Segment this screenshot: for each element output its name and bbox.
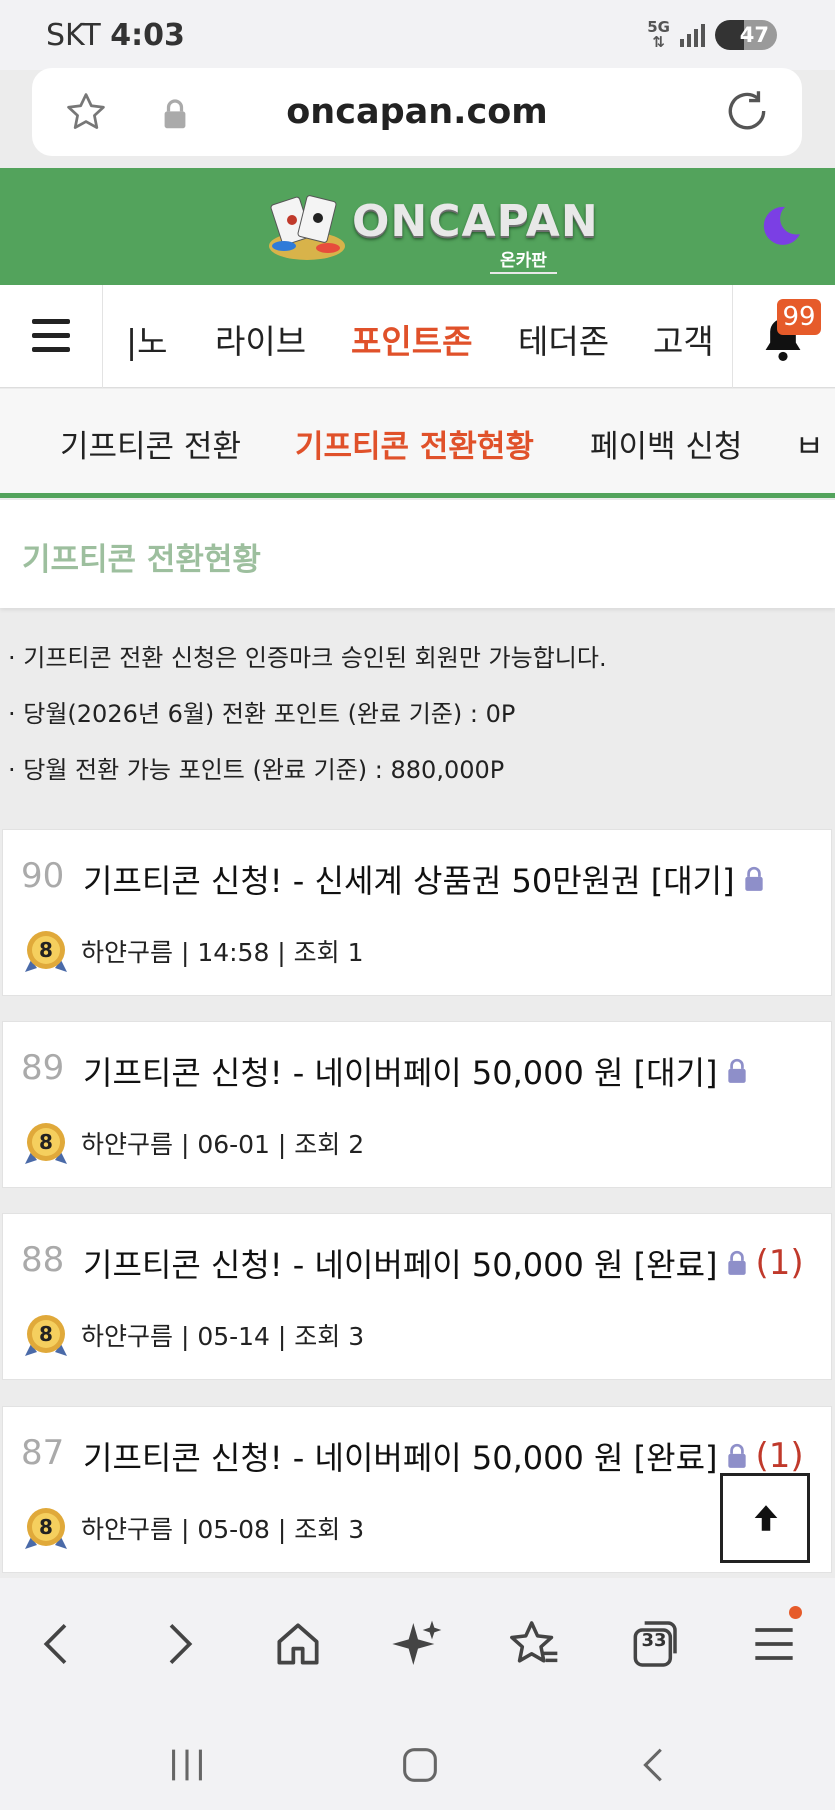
notice-certification: · 기프티콘 전환 신청은 인증마크 승인된 회원만 가능합니다. xyxy=(8,644,607,672)
cards-chips-icon xyxy=(269,195,345,260)
scroll-to-top-button[interactable] xyxy=(720,1473,810,1563)
post-row[interactable]: 90 기프티콘 신청! - 신세계 상품권 50만원권 [대기] 8 하얀구름 … xyxy=(2,829,832,996)
main-nav: |노 라이브 포인트존 테더존 고객 99 xyxy=(0,285,835,388)
post-row[interactable]: 87 기프티콘 신청! - 네이버페이 50,000 원 [완료] (1) 8 … xyxy=(2,1406,832,1573)
url-text[interactable]: oncapan.com xyxy=(32,92,802,132)
post-title[interactable]: 기프티콘 신청! - 네이버페이 50,000 원 [완료] xyxy=(83,1240,718,1286)
nav-item-tether-zone[interactable]: 테더존 xyxy=(518,315,609,363)
system-back-icon[interactable] xyxy=(630,1742,680,1788)
network-5g-icon: 5G ⇅ xyxy=(647,18,670,51)
sub-tab-gifticon-status[interactable]: 기프티콘 전환현황 xyxy=(295,421,534,466)
level-badge-icon: 8 xyxy=(21,1118,71,1168)
dark-mode-moon-icon[interactable] xyxy=(757,202,805,250)
nav-item-customer[interactable]: 고객 xyxy=(653,315,714,363)
page-title-box: 기프티콘 전환현황 xyxy=(0,500,835,608)
system-nav-bar xyxy=(0,1710,835,1810)
carrier-label: SKT xyxy=(46,18,101,53)
nav-item-point-zone[interactable]: 포인트존 xyxy=(351,315,472,363)
battery-icon: 47 xyxy=(715,20,777,50)
home-icon[interactable] xyxy=(270,1616,326,1672)
notification-badge: 99 xyxy=(777,299,821,335)
notification-dot xyxy=(789,1606,802,1619)
forward-icon[interactable] xyxy=(150,1616,206,1672)
lock-icon xyxy=(727,1250,746,1275)
post-meta: 하얀구름 | 05-14 | 조회 3 xyxy=(81,1322,365,1351)
post-meta: 하얀구름 | 05-08 | 조회 3 xyxy=(81,1515,365,1544)
browser-menu-button[interactable] xyxy=(746,1606,802,1672)
post-title[interactable]: 기프티콘 신청! - 네이버페이 50,000 원 [완료] xyxy=(83,1433,718,1479)
battery-level: 47 xyxy=(739,23,769,47)
clock: 4:03 xyxy=(110,18,185,53)
tabs-button[interactable]: 33 xyxy=(626,1616,682,1672)
post-number: 87 xyxy=(21,1433,65,1473)
notice-available-points: · 당월 전환 가능 포인트 (완료 기준) : 880,000P xyxy=(8,756,505,784)
divider xyxy=(0,493,835,498)
lock-icon xyxy=(727,1443,746,1468)
lock-icon xyxy=(744,866,763,891)
arrow-up-icon xyxy=(754,1505,778,1531)
svg-text:8: 8 xyxy=(39,1515,53,1539)
level-badge-icon: 8 xyxy=(21,1503,71,1553)
reload-icon[interactable] xyxy=(722,86,772,136)
post-meta: 하얀구름 | 14:58 | 조회 1 xyxy=(81,938,364,967)
home-button-icon[interactable] xyxy=(395,1742,445,1788)
signal-icon xyxy=(680,23,705,47)
nav-item-casino[interactable]: |노 xyxy=(126,315,167,363)
svg-text:8: 8 xyxy=(39,1322,53,1346)
tab-count: 33 xyxy=(641,1630,667,1651)
notifications-button[interactable]: 99 xyxy=(732,285,835,388)
post-row[interactable]: 89 기프티콘 신청! - 네이버페이 50,000 원 [대기] 8 하얀구름… xyxy=(2,1021,832,1188)
lock-icon xyxy=(727,1058,746,1083)
bookmarks-icon[interactable] xyxy=(506,1616,562,1672)
menu-icon xyxy=(755,1628,793,1660)
back-icon[interactable] xyxy=(30,1616,86,1672)
comment-count: (1) xyxy=(755,1436,804,1476)
notice-list: · 기프티콘 전환 신청은 인증마크 승인된 회원만 가능합니다. · 당월(2… xyxy=(8,640,828,808)
nav-item-live[interactable]: 라이브 xyxy=(215,315,306,363)
hamburger-menu-icon[interactable] xyxy=(0,285,103,388)
sub-nav[interactable]: 기프티콘 전환 기프티콘 전환현황 페이백 신청 ㅂ xyxy=(0,389,835,493)
site-header: ONCAPAN 온카판 xyxy=(0,168,835,285)
sub-tab-gifticon-convert[interactable]: 기프티콘 전환 xyxy=(60,421,241,466)
svg-text:8: 8 xyxy=(39,938,53,962)
level-badge-icon: 8 xyxy=(21,926,71,976)
page-title: 기프티콘 전환현황 xyxy=(22,542,261,578)
recent-apps-icon[interactable] xyxy=(162,1742,212,1788)
logo-subtext: 온카판 xyxy=(490,246,557,274)
comment-count: (1) xyxy=(755,1243,804,1283)
post-title[interactable]: 기프티콘 신청! - 네이버페이 50,000 원 [대기] xyxy=(83,1048,718,1094)
post-row[interactable]: 88 기프티콘 신청! - 네이버페이 50,000 원 [완료] (1) 8 … xyxy=(2,1213,832,1380)
notice-monthly-points: · 당월(2026년 6월) 전환 포인트 (완료 기준) : 0P xyxy=(8,700,516,728)
sparkle-assistant-icon[interactable] xyxy=(390,1616,446,1672)
sub-tab-payback[interactable]: 페이백 신청 xyxy=(590,421,742,466)
post-number: 89 xyxy=(21,1048,65,1088)
svg-text:8: 8 xyxy=(39,1130,53,1154)
status-bar: SKT 4:03 5G ⇅ 47 xyxy=(0,0,835,70)
post-number: 88 xyxy=(21,1240,65,1280)
address-bar[interactable]: oncapan.com xyxy=(32,68,802,156)
post-number: 90 xyxy=(21,856,65,896)
logo-text: ONCAPAN xyxy=(352,196,599,247)
main-nav-scroller[interactable]: |노 라이브 포인트존 테더존 고객 xyxy=(103,285,731,388)
sub-tab-next[interactable]: ㅂ xyxy=(795,421,824,466)
browser-toolbar: 33 xyxy=(0,1578,835,1710)
level-badge-icon: 8 xyxy=(21,1310,71,1360)
site-logo[interactable]: ONCAPAN 온카판 xyxy=(262,184,598,274)
post-meta: 하얀구름 | 06-01 | 조회 2 xyxy=(81,1130,365,1159)
post-title[interactable]: 기프티콘 신청! - 신세계 상품권 50만원권 [대기] xyxy=(83,856,735,902)
